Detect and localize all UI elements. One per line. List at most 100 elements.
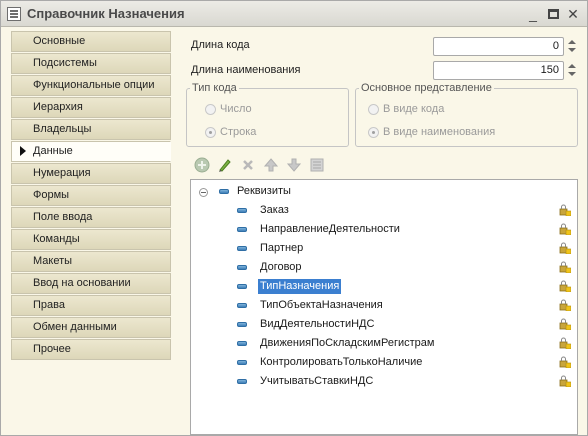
tree-item[interactable]: ТипОбъектаНазначения xyxy=(191,296,577,315)
tree-item[interactable]: КонтролироватьТолькоНаличие xyxy=(191,353,577,372)
tab-label: Данные xyxy=(33,145,73,157)
attribute-icon xyxy=(237,246,247,251)
tree-item[interactable]: Партнер xyxy=(191,239,577,258)
window-icon xyxy=(7,7,21,21)
tab-templates[interactable]: Макеты xyxy=(11,251,171,272)
attribute-icon xyxy=(237,379,247,384)
tree-item-label: Договор xyxy=(260,261,302,273)
tab-label: Формы xyxy=(33,189,70,201)
name-length-field[interactable]: 150 xyxy=(433,61,564,80)
code-length-field[interactable]: 0 xyxy=(433,37,564,56)
delete-button[interactable] xyxy=(240,157,256,173)
spin-down-icon[interactable] xyxy=(568,72,576,76)
tab-rights[interactable]: Права xyxy=(11,295,171,316)
attribute-icon xyxy=(237,360,247,365)
lock-icon xyxy=(559,223,571,235)
tree-item[interactable]: УчитыватьСтавкиНДС xyxy=(191,372,577,391)
tree-item-label: Партнер xyxy=(260,242,304,254)
radio-icon xyxy=(205,104,216,115)
tab-label: Основные xyxy=(33,35,86,47)
attribute-icon xyxy=(237,265,247,270)
tab-label: Функциональные опции xyxy=(33,79,155,91)
tab-label: Команды xyxy=(33,233,80,245)
tab-basic[interactable]: Основные xyxy=(11,31,171,52)
code-type-legend: Тип кода xyxy=(192,82,237,94)
tree-item-label: ТипНазначения xyxy=(258,279,342,294)
tree-item-selected[interactable]: ТипНазначения xyxy=(191,277,577,296)
tree-item[interactable]: ДвиженияПоСкладскимРегистрам xyxy=(191,334,577,353)
tab-label: Прочее xyxy=(33,343,71,355)
tree-item-label: ВидДеятельностиНДС xyxy=(260,318,375,330)
tab-data-exchange[interactable]: Обмен данными xyxy=(11,317,171,338)
lock-icon xyxy=(559,204,571,216)
collapse-icon[interactable] xyxy=(199,188,208,197)
name-length-label: Длина наименования xyxy=(191,64,301,76)
attributes-tree[interactable]: Реквизиты Заказ НаправлениеДеятельности … xyxy=(190,179,578,435)
radio-label: В виде наименования xyxy=(383,126,496,138)
tree-item[interactable]: Заказ xyxy=(191,201,577,220)
tree-item[interactable]: НаправлениеДеятельности xyxy=(191,220,577,239)
spin-up-icon[interactable] xyxy=(568,40,576,44)
tab-data[interactable]: Данные xyxy=(11,141,171,162)
spin-up-icon[interactable] xyxy=(568,64,576,68)
tree-item-label: ТипОбъектаНазначения xyxy=(260,299,383,311)
tab-input-field[interactable]: Поле ввода xyxy=(11,207,171,228)
catalog-window: Справочник Назначения _ ✕ Основные Подси… xyxy=(0,0,588,436)
attribute-icon xyxy=(237,303,247,308)
tree-item-label: Заказ xyxy=(260,204,289,216)
lock-icon xyxy=(559,318,571,330)
radio-selected-icon xyxy=(205,127,216,138)
tab-label: Нумерация xyxy=(33,167,91,179)
tree-item[interactable]: ВидДеятельностиНДС xyxy=(191,315,577,334)
attribute-icon xyxy=(237,284,247,289)
tab-label: Права xyxy=(33,299,65,311)
tree-item-label: УчитыватьСтавкиНДС xyxy=(260,375,374,387)
lock-icon xyxy=(559,261,571,273)
move-up-button[interactable] xyxy=(263,157,279,173)
lock-icon xyxy=(559,337,571,349)
spin-down-icon[interactable] xyxy=(568,48,576,52)
close-button[interactable]: ✕ xyxy=(564,5,582,23)
tab-label: Подсистемы xyxy=(33,57,97,69)
move-down-button[interactable] xyxy=(286,157,302,173)
edit-button[interactable] xyxy=(217,157,233,173)
radio-icon xyxy=(368,104,379,115)
tab-label: Иерархия xyxy=(33,101,83,113)
tab-commands[interactable]: Команды xyxy=(11,229,171,250)
tab-subsystems[interactable]: Подсистемы xyxy=(11,53,171,74)
tab-input-by-basis[interactable]: Ввод на основании xyxy=(11,273,171,294)
add-icon xyxy=(194,157,210,173)
tab-owners[interactable]: Владельцы xyxy=(11,119,171,140)
sort-button[interactable] xyxy=(309,157,325,173)
tree-item-label: ДвиженияПоСкладскимРегистрам xyxy=(260,337,435,349)
lock-icon xyxy=(559,280,571,292)
attributes-group-icon xyxy=(219,189,229,194)
code-length-spinner[interactable] xyxy=(566,37,577,56)
tab-hierarchy[interactable]: Иерархия xyxy=(11,97,171,118)
tab-other[interactable]: Прочее xyxy=(11,339,171,360)
delete-icon xyxy=(243,160,253,170)
radio-label: Число xyxy=(220,103,252,115)
tab-numbering[interactable]: Нумерация xyxy=(11,163,171,184)
title-bar: Справочник Назначения _ ✕ xyxy=(1,1,587,27)
move-up-icon xyxy=(263,158,279,172)
minimize-button[interactable]: _ xyxy=(524,5,542,23)
add-button[interactable] xyxy=(194,157,210,173)
maximize-button[interactable] xyxy=(544,5,562,23)
sort-icon xyxy=(310,158,324,172)
lock-icon xyxy=(559,375,571,387)
tab-forms[interactable]: Формы xyxy=(11,185,171,206)
lock-icon xyxy=(559,299,571,311)
tab-label: Поле ввода xyxy=(33,211,93,223)
property-tabs: Основные Подсистемы Функциональные опции… xyxy=(11,31,171,361)
lock-icon xyxy=(559,356,571,368)
main-presentation-legend: Основное представление xyxy=(361,82,492,94)
tree-item[interactable]: Договор xyxy=(191,258,577,277)
lock-icon xyxy=(559,242,571,254)
active-tab-marker-icon xyxy=(20,146,26,156)
tab-label: Владельцы xyxy=(33,123,92,135)
attribute-icon xyxy=(237,322,247,327)
name-length-spinner[interactable] xyxy=(566,61,577,80)
radio-label: Строка xyxy=(220,126,257,138)
tab-functional-options[interactable]: Функциональные опции xyxy=(11,75,171,96)
